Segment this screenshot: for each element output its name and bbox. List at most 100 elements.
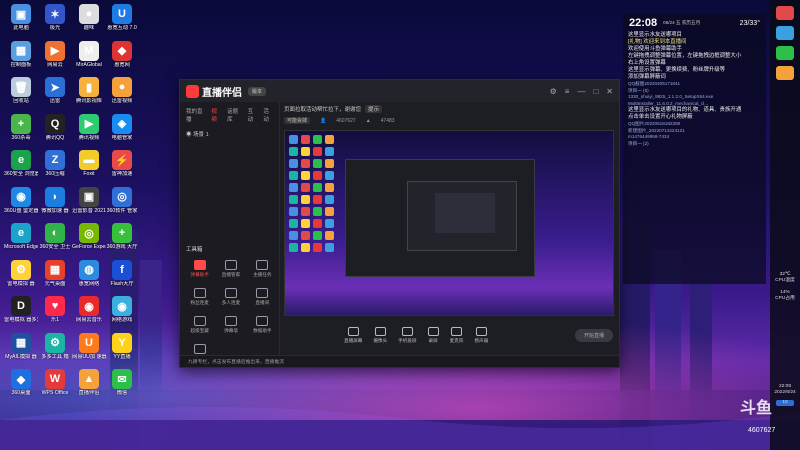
app-icon-3[interactable] bbox=[776, 46, 794, 60]
maximize-icon[interactable]: □ bbox=[593, 87, 598, 96]
desktop-icon[interactable]: ▦ 元气桌面 bbox=[38, 259, 72, 287]
preview-tile bbox=[301, 219, 310, 228]
chat-message: 这里显示水友送哪项目的礼物、道具、贵族开通 bbox=[628, 107, 742, 113]
source-button[interactable]: 手机投屏 bbox=[398, 326, 417, 344]
desktop-icon[interactable]: ◆ 360桌面 bbox=[4, 369, 38, 396]
desktop-icon[interactable]: W WPS Office bbox=[38, 369, 72, 396]
source-button[interactable]: 直播屏幕 bbox=[344, 326, 363, 344]
desktop-icon[interactable]: e 360安全 浏览器 bbox=[4, 150, 38, 177]
minimize-icon[interactable]: — bbox=[577, 87, 585, 96]
desktop-icon-label: 360杀毒 bbox=[11, 134, 31, 141]
eye-icon[interactable]: ◉ bbox=[186, 132, 192, 138]
notice-key[interactable]: 提示 bbox=[365, 105, 383, 113]
desktop-icon[interactable]: ▮ 腾讯影视库 bbox=[72, 77, 106, 104]
desktop-icon[interactable]: D 雷电模拟 器多开 bbox=[4, 296, 38, 323]
desktop-icon[interactable]: ◍ 惠宽网络 bbox=[72, 259, 106, 287]
tool-button[interactable]: 弹幕墙 bbox=[215, 316, 246, 334]
desktop-icon-label: 回收站 bbox=[13, 98, 29, 104]
tool-button[interactable]: 数据助手 bbox=[247, 316, 278, 334]
desktop-icon-label: 360桌面 bbox=[11, 390, 31, 396]
tab-0[interactable]: 我的直播 bbox=[186, 107, 205, 123]
source-icon bbox=[475, 326, 487, 336]
stream-preview[interactable] bbox=[284, 130, 614, 316]
desktop-icon[interactable]: ⚙ 雷电模拟 器 bbox=[4, 259, 38, 287]
tool-button[interactable]: 主播任务 bbox=[247, 260, 278, 278]
desktop-icon[interactable]: ✉ 微信 bbox=[105, 369, 139, 396]
tab-2[interactable]: 话题库 bbox=[227, 107, 242, 123]
app-icon-1[interactable] bbox=[776, 6, 794, 20]
desktop-icon[interactable]: ▦ 控制面板 bbox=[4, 40, 38, 68]
source-label: 直播屏幕 bbox=[344, 337, 363, 343]
chat-header: 这里显示水友送哪项目 bbox=[628, 32, 682, 38]
source-button[interactable]: 麦克风 bbox=[450, 326, 463, 344]
desktop-icon[interactable]: ◎ 360软件 管家 bbox=[105, 186, 139, 214]
chat-message: 添加弹幕屏蔽词 bbox=[628, 74, 666, 80]
desktop-icon[interactable]: ▬ Foxit bbox=[72, 150, 106, 177]
tab-1[interactable]: 视频 bbox=[211, 107, 221, 123]
desktop-icon[interactable]: ▣ 迅雷影音 2021 bbox=[72, 186, 106, 214]
tool-button[interactable]: 弹幕助手 bbox=[184, 260, 215, 278]
source-icon bbox=[401, 326, 413, 336]
desktop-icon[interactable]: +360杀毒 bbox=[4, 113, 38, 141]
desktop-icon[interactable]: ◈ 电脑管家 bbox=[105, 113, 139, 141]
desktop-icon-image: ✉ bbox=[112, 369, 132, 389]
desktop-icon[interactable]: Y YY直播 bbox=[105, 332, 139, 360]
desktop-icon[interactable]: 🗑 回收站 bbox=[4, 77, 38, 104]
desktop-icon[interactable]: Z 360压缩 bbox=[38, 150, 72, 177]
source-button[interactable]: 录屏 bbox=[427, 326, 439, 344]
desktop-icon[interactable]: M MirAGlobal bbox=[72, 40, 106, 68]
desktop-icon[interactable]: ◗ 微微加速 器 bbox=[38, 186, 72, 214]
app-icon-4[interactable] bbox=[776, 66, 794, 80]
close-icon[interactable]: ✕ bbox=[606, 87, 613, 96]
settings-icon[interactable]: ⚙ bbox=[550, 87, 557, 96]
desktop-icon[interactable]: ⚡ 雷神加速 bbox=[105, 150, 139, 177]
desktop-icon[interactable]: ◉ 网络游戏 bbox=[105, 296, 139, 323]
desktop-icon[interactable]: ♥ 乐1 bbox=[38, 296, 72, 323]
notification-badge[interactable]: 10 bbox=[776, 400, 794, 406]
desktop-icon[interactable]: ▦ MyAIL模拟 器 bbox=[4, 332, 38, 360]
source-button[interactable]: 扬声器 bbox=[474, 326, 488, 344]
desktop-icon[interactable]: ◉ 网易云音乐 bbox=[72, 296, 106, 323]
danmu-panel[interactable]: 22:08 06/24 五 农历五月 23/33° 这里显示水友送哪项目 [礼物… bbox=[623, 14, 766, 284]
version-badge[interactable]: 版本 bbox=[248, 86, 267, 96]
live-companion-window[interactable]: 直播伴侣 版本 ⚙ ≡ — □ ✕ 我的直播 视频 话题库 互动 活动 ◉ 场景 1 工… bbox=[179, 79, 620, 368]
desktop-icon[interactable]: e Microsoft Edge bbox=[4, 223, 38, 250]
tool-button[interactable]: 超级宝藏 bbox=[184, 316, 215, 334]
desktop-icon[interactable]: f Flash大厅 bbox=[105, 259, 139, 287]
desktop-icon[interactable]: ▶ 腾讯视频 bbox=[72, 113, 106, 141]
start-live-button[interactable]: 开始直播 bbox=[574, 328, 613, 342]
source-button[interactable]: 摄像头 bbox=[373, 326, 387, 344]
status-pill[interactable]: 可能会掉 bbox=[284, 117, 311, 124]
desktop-icon[interactable]: ⚙ 多多工具 箱 bbox=[38, 332, 72, 360]
desktop-icon-image: ➤ bbox=[45, 77, 65, 97]
desktop-icon[interactable]: ▣ 此电脑 bbox=[4, 4, 38, 31]
tool-button[interactable]: 直播管家 bbox=[215, 260, 246, 278]
desktop-icon[interactable]: Q 腾讯QQ bbox=[38, 113, 72, 141]
desktop-icon[interactable]: U 网易UU加 速器 bbox=[72, 332, 106, 360]
desktop-icon[interactable]: ➤ 迅雷 bbox=[38, 77, 72, 104]
desktop-icon[interactable]: ✶ 极光 bbox=[38, 4, 72, 31]
tool-button[interactable]: 粉丝连麦 bbox=[184, 288, 215, 306]
desktop-icon[interactable]: +360游戏 大厅 bbox=[105, 223, 139, 250]
desktop-icon[interactable]: ● 迅雷视频 bbox=[105, 77, 139, 104]
taskbar-date[interactable]: 2022/6/24 bbox=[770, 390, 800, 396]
desktop-icon[interactable]: ● 趣味 bbox=[72, 4, 106, 31]
title-bar[interactable]: 直播伴侣 版本 ⚙ ≡ — □ ✕ bbox=[180, 80, 619, 102]
desktop-icon[interactable]: ▲ 直播伴侣 bbox=[72, 369, 106, 396]
desktop-icon[interactable]: U 惠宽互动 7.0 bbox=[105, 4, 139, 31]
desktop-icon[interactable]: ◆ 惠宽网 bbox=[105, 40, 139, 68]
tool-button[interactable]: 直播间 bbox=[247, 288, 278, 306]
tool-button[interactable]: 多人连麦 bbox=[215, 288, 246, 306]
desktop-icon[interactable]: ◉ 360U盘 鉴定器 bbox=[4, 186, 38, 214]
app-icon-2[interactable] bbox=[776, 26, 794, 40]
scene-row[interactable]: ◉ 场景 1 bbox=[180, 128, 279, 140]
tab-4[interactable]: 活动 bbox=[263, 107, 273, 123]
tool-label: 多人连麦 bbox=[221, 300, 241, 305]
preview-tile bbox=[289, 171, 298, 180]
desktop-icon[interactable]: ◐ 360安全 卫士 bbox=[38, 223, 72, 250]
tab-3[interactable]: 互动 bbox=[248, 107, 258, 123]
clock-time: 22:08 bbox=[629, 17, 658, 29]
desktop-icon[interactable]: ▶ 网易云 bbox=[38, 40, 72, 68]
desktop-icon[interactable]: ◎GeForce Experience bbox=[72, 223, 106, 250]
menu-icon[interactable]: ≡ bbox=[565, 87, 570, 96]
